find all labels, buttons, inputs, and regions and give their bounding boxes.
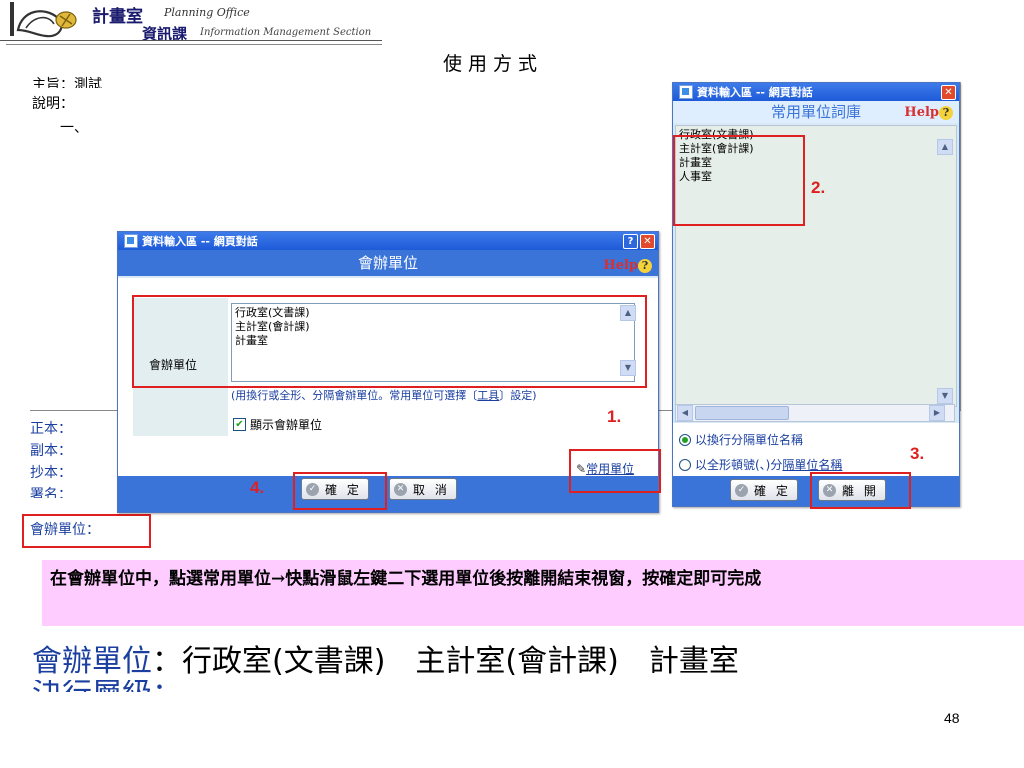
- hint-prefix: (用換行或全形、分隔會辦單位。常用單位可選擇〔: [231, 389, 478, 402]
- instruction-note: 在會辦單位中，點選常用單位→快點滑鼠左鍵二下選用單位後按離開結束視窗，按確定即可…: [50, 569, 762, 589]
- logo-title: 計畫室: [92, 7, 143, 27]
- result-line: 會辦單位：行政室(文書課) 主計室(會計課) 計畫室: [32, 636, 739, 680]
- help-link[interactable]: Help?: [904, 102, 953, 124]
- step-marker-1: 1.: [607, 407, 622, 426]
- logo-section-english: Information Management Section: [200, 27, 372, 38]
- option-fullwidth[interactable]: 以全形頓號(、)分 隔單位名稱: [679, 456, 842, 473]
- highlight-leave-button: [810, 472, 911, 509]
- scroll-right-icon[interactable]: ▶: [929, 405, 945, 421]
- lexicon-heading: 常用單位詞庫: [770, 103, 861, 121]
- lexicon-title: 資料輸入區 -- 網頁對話: [697, 86, 813, 99]
- lexicon-ok-button[interactable]: ✓ 確 定: [730, 479, 798, 501]
- field-copy: 副本：: [30, 443, 72, 459]
- result-label: 會辦單位: [32, 644, 152, 679]
- logo-subtitle-english: Planning Office: [164, 6, 250, 19]
- field-cc: 抄本：: [30, 465, 72, 481]
- option-newline[interactable]: 以換行分隔單位名稱: [679, 431, 803, 448]
- scroll-up-icon[interactable]: ▲: [937, 139, 953, 155]
- highlight-common-units-link: [569, 449, 661, 493]
- help-icon[interactable]: ?: [623, 234, 638, 249]
- option-newline-label: 以換行分隔單位名稱: [695, 433, 804, 447]
- cancel-button[interactable]: ✕ 取 消: [389, 478, 457, 500]
- option-fullwidth-label: 以全形頓號(、)分: [695, 458, 783, 472]
- logo: [6, 0, 84, 42]
- help-link[interactable]: Help?: [603, 253, 652, 279]
- close-icon[interactable]: ✕: [941, 85, 956, 100]
- cut-off-line: 決行層級：: [32, 680, 252, 692]
- highlight-unit-list: [673, 135, 805, 226]
- help-link-text: Help: [603, 258, 638, 273]
- window-icon: [124, 234, 138, 248]
- result-value: ：行政室(文書課) 主計室(會計課) 計畫室: [152, 644, 739, 679]
- dialog-titlebar[interactable]: 資料輸入區 -- 網頁對話 ? ✕: [118, 232, 658, 250]
- cancel-button-label: 取 消: [413, 482, 450, 497]
- lexicon-ok-label: 確 定: [754, 483, 791, 498]
- item-one-label: 一、: [60, 120, 88, 136]
- lexicon-titlebar[interactable]: 資料輸入區 -- 網頁對話 ✕: [673, 83, 959, 101]
- window-icon: [679, 85, 693, 99]
- help-question-icon: ?: [638, 259, 652, 273]
- field-signature: 署名：: [30, 487, 72, 498]
- close-icon[interactable]: ✕: [640, 234, 655, 249]
- header-divider-thin: [6, 44, 382, 45]
- cancel-icon: ✕: [394, 482, 407, 496]
- show-co-unit-option[interactable]: ✔ 顯示會辦單位: [233, 416, 322, 433]
- hint-text: (用換行或全形、分隔會辦單位。常用單位可選擇〔工具〕設定): [231, 387, 537, 403]
- lexicon-heading-bar: 常用單位詞庫 Help?: [673, 101, 959, 123]
- dialog-heading: 會辦單位: [357, 254, 418, 272]
- dialog-title: 資料輸入區 -- 網頁對話: [142, 235, 258, 248]
- option-fullwidth-link[interactable]: 隔單位名稱: [782, 456, 842, 473]
- field-original: 正本：: [30, 421, 72, 437]
- radio-unselected-icon[interactable]: [679, 458, 691, 471]
- hint-suffix: 〕設定): [499, 389, 537, 402]
- tools-link[interactable]: 工具: [477, 389, 499, 402]
- header-divider: [0, 40, 382, 41]
- page-number: 48: [944, 710, 960, 726]
- checkbox-checked-icon[interactable]: ✔: [233, 418, 246, 431]
- description-label: 說明：: [32, 96, 74, 112]
- slide-title: 使用方式: [443, 53, 544, 75]
- highlight-co-unit-input: [132, 295, 647, 388]
- scroll-down-icon[interactable]: ▼: [937, 388, 953, 404]
- scroll-left-icon[interactable]: ◀: [677, 405, 693, 421]
- highlight-ok-button: [293, 472, 387, 510]
- step-marker-3: 3.: [910, 444, 925, 463]
- scrollbar-thumb[interactable]: [695, 406, 789, 420]
- checkbox-label: 顯示會辦單位: [250, 418, 323, 432]
- step-marker-4: 4.: [250, 478, 265, 497]
- help-link-text: Help: [904, 105, 939, 120]
- highlight-co-unit-field: [22, 514, 151, 548]
- step-marker-2: 2.: [811, 178, 826, 197]
- radio-selected-icon[interactable]: [679, 433, 691, 446]
- dialog-heading-bar: 會辦單位 Help?: [118, 250, 658, 276]
- subject-label: 主旨：測試: [32, 77, 102, 88]
- check-icon: ✓: [735, 483, 748, 497]
- help-question-icon: ?: [939, 106, 953, 120]
